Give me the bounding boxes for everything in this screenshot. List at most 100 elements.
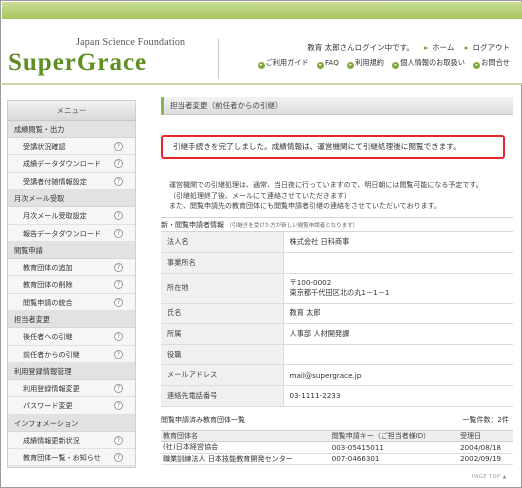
column-header: 教育団体名 <box>161 430 330 442</box>
field-value: 教育 太郎 <box>283 303 513 325</box>
postal-code: 〒100-0002 <box>289 278 332 288</box>
home-link[interactable]: ▸ ホーム <box>420 43 454 52</box>
sidebar-item[interactable]: 前任者からの引継? <box>8 345 135 363</box>
column-header: 受理日 <box>458 430 513 442</box>
nav-faq[interactable]: ▸ FAQ <box>316 58 339 69</box>
circle-arrow-icon: ▸ <box>257 62 265 69</box>
field-value <box>283 252 513 274</box>
table-row: 役職 <box>161 344 513 366</box>
arrow-icon: ▸ <box>424 43 429 52</box>
field-value: 人事部 人材開発課 <box>283 323 513 345</box>
info-text: 運営機関での引継処理は、通常、当日夜に行っていますので、明日朝には閲覧可能になる… <box>169 180 509 212</box>
nav-privacy[interactable]: ▸ 個人情報のお取扱い <box>392 58 465 69</box>
nav-terms[interactable]: ▸ 利用規約 <box>347 58 384 69</box>
help-icon[interactable]: ? <box>114 383 123 393</box>
page-top-link[interactable]: PAGE TOP ▲ <box>472 474 507 480</box>
help-icon[interactable]: ? <box>114 176 123 186</box>
sidebar-item[interactable]: 報告データダウンロード? <box>8 224 135 242</box>
field-value: 〒100-0002 東京都千代田区北の丸1－1－1 <box>283 273 513 304</box>
user-name-text: 教育 太郎さんログイン中です。 <box>307 43 414 52</box>
help-icon[interactable]: ? <box>114 453 123 463</box>
sidebar-item-label: 教育団体の削除 <box>23 280 73 290</box>
logout-link[interactable]: ▸ ログアウト <box>461 43 510 52</box>
sidebar-section: 利用登録情報管理 <box>8 362 135 380</box>
help-icon[interactable]: ? <box>114 211 123 221</box>
table-cell: 003-05415011 <box>329 441 459 454</box>
arrow-icon: ▸ <box>464 43 469 52</box>
field-label: 役職 <box>161 344 284 366</box>
field-label: 法人名 <box>161 232 284 254</box>
applicant-info-table: 法人名 株式会社 日科商事 事業所名 所在地 〒100-0002 東京都千代田区北の丸… <box>161 232 513 407</box>
main-content: 担当者変更（前任者からの引継） 引継手続きを完了しました。成績情報は、運営機関に… <box>161 97 513 465</box>
circle-arrow-icon: ▸ <box>316 62 324 69</box>
sidebar-item-label: 閲覧申請の統合 <box>23 297 73 307</box>
table-row: (社)日本経営協会 003-05415011 2004/08/18 <box>161 441 513 454</box>
info-line: 運営機関での引継処理は、通常、当日夜に行っていますので、明日朝には閲覧可能になる… <box>169 181 483 189</box>
table-row: 所在地 〒100-0002 東京都千代田区北の丸1－1－1 <box>161 273 513 304</box>
applicant-table-title: 新・閲覧申請者情報 （引継ぎを受けた方が新しい閲覧申請者となります） <box>161 217 513 232</box>
help-icon[interactable]: ? <box>114 280 123 290</box>
history-count: 一覧件数：2件 <box>462 416 509 424</box>
sidebar-item[interactable]: 月次メール受取設定? <box>8 207 135 225</box>
sidebar-item[interactable]: 後任者への引継? <box>8 328 135 346</box>
sidebar-section: 成績閲覧・出力 <box>8 121 135 138</box>
sidebar-section: インフォメーション <box>8 414 135 432</box>
field-value: 03-1111-2233 <box>283 385 513 407</box>
sidebar-item[interactable]: パスワード変更? <box>8 397 135 415</box>
app-frame: Japan Science Foundation SuperGrace 教育 太… <box>0 0 522 488</box>
sidebar-item[interactable]: 成績情報更新状況? <box>8 431 135 450</box>
table-row: 所属 人事部 人材開発課 <box>161 323 513 345</box>
sidebar-item-label: 成績情報更新状況 <box>23 435 80 445</box>
sidebar-section: 月次メール受取 <box>8 190 135 208</box>
nav-guide-label: ご利用ガイド <box>265 58 309 67</box>
home-label: ホーム <box>432 43 455 52</box>
help-icon[interactable]: ? <box>114 332 123 342</box>
help-icon[interactable]: ? <box>114 435 123 445</box>
field-label: 事業所名 <box>161 252 284 274</box>
nav-faq-label: FAQ <box>324 58 339 67</box>
field-value: 株式会社 日科商事 <box>283 232 513 254</box>
sidebar-item[interactable]: 成績データダウンロード? <box>8 155 135 173</box>
logo-subtitle: Japan Science Foundation <box>76 37 186 48</box>
help-icon[interactable]: ? <box>114 159 123 169</box>
table-cell: 2004/08/18 <box>458 441 513 454</box>
logout-label: ログアウト <box>472 43 511 52</box>
sidebar-item-label: 受講者付随情報設定 <box>23 176 87 186</box>
sidebar-item-label: 教育団体一覧・お知らせ <box>23 453 101 463</box>
sidebar-item[interactable]: 閲覧申請の統合? <box>8 293 135 312</box>
field-value: mail@supergrace.jp <box>283 364 513 387</box>
sidebar-item[interactable]: 教育団体の追加? <box>8 258 135 277</box>
sidebar-item-label: 教育団体の追加 <box>23 262 73 272</box>
nav-contact-label: お問合せ <box>481 58 510 67</box>
table-row: 連絡先電話番号 03-1111-2233 <box>161 385 513 407</box>
table-cell: (社)日本経営協会 <box>161 441 330 454</box>
table-cell: 2002/09/19 <box>458 453 513 465</box>
sidebar-item[interactable]: 受講状況確認? <box>8 138 135 156</box>
nav-contact[interactable]: ▸ お問合せ <box>473 58 510 69</box>
sidebar-item[interactable]: 教育団体の削除? <box>8 276 135 294</box>
sidebar-item[interactable]: 利用登録情報変更? <box>8 379 135 398</box>
help-icon[interactable]: ? <box>114 228 123 238</box>
sidebar-item-label: 報告データダウンロード <box>23 228 102 238</box>
help-icon[interactable]: ? <box>114 297 123 307</box>
help-icon[interactable]: ? <box>114 262 123 272</box>
field-label: 所属 <box>161 323 284 345</box>
field-label: 氏名 <box>161 303 284 325</box>
user-status: 教育 太郎さんログイン中です。 ▸ ホーム ▸ ログアウト <box>303 42 510 53</box>
table-cell: 職業訓練法人 日本技能教育開発センター <box>161 453 330 465</box>
info-line: また、閲覧申請先の教育団体にも閲覧申請者引継の連絡をさせていただいております。 <box>169 202 441 210</box>
table-header-row: 教育団体名 閲覧申請キー（ご担当者様ID） 受理日 <box>161 430 513 442</box>
help-icon[interactable]: ? <box>114 349 123 359</box>
completion-alert: 引継手続きを完了しました。成績情報は、運営機関にて引継処理後に閲覧できます。 <box>161 135 505 159</box>
help-icon[interactable]: ? <box>114 142 123 151</box>
menu-title: メニュー <box>8 101 135 121</box>
circle-arrow-icon: ▸ <box>347 62 355 69</box>
help-icon[interactable]: ? <box>114 401 123 411</box>
sidebar-item-label: 成績データダウンロード <box>23 159 102 169</box>
sidebar-item[interactable]: 教育団体一覧・お知らせ? <box>8 449 135 467</box>
header: Japan Science Foundation SuperGrace 教育 太… <box>2 19 522 85</box>
logo[interactable]: SuperGrace <box>8 49 147 77</box>
sidebar-item[interactable]: 受講者付随情報設定? <box>8 172 135 191</box>
nav-guide[interactable]: ▸ ご利用ガイド <box>257 58 309 69</box>
nav-terms-label: 利用規約 <box>355 58 384 67</box>
